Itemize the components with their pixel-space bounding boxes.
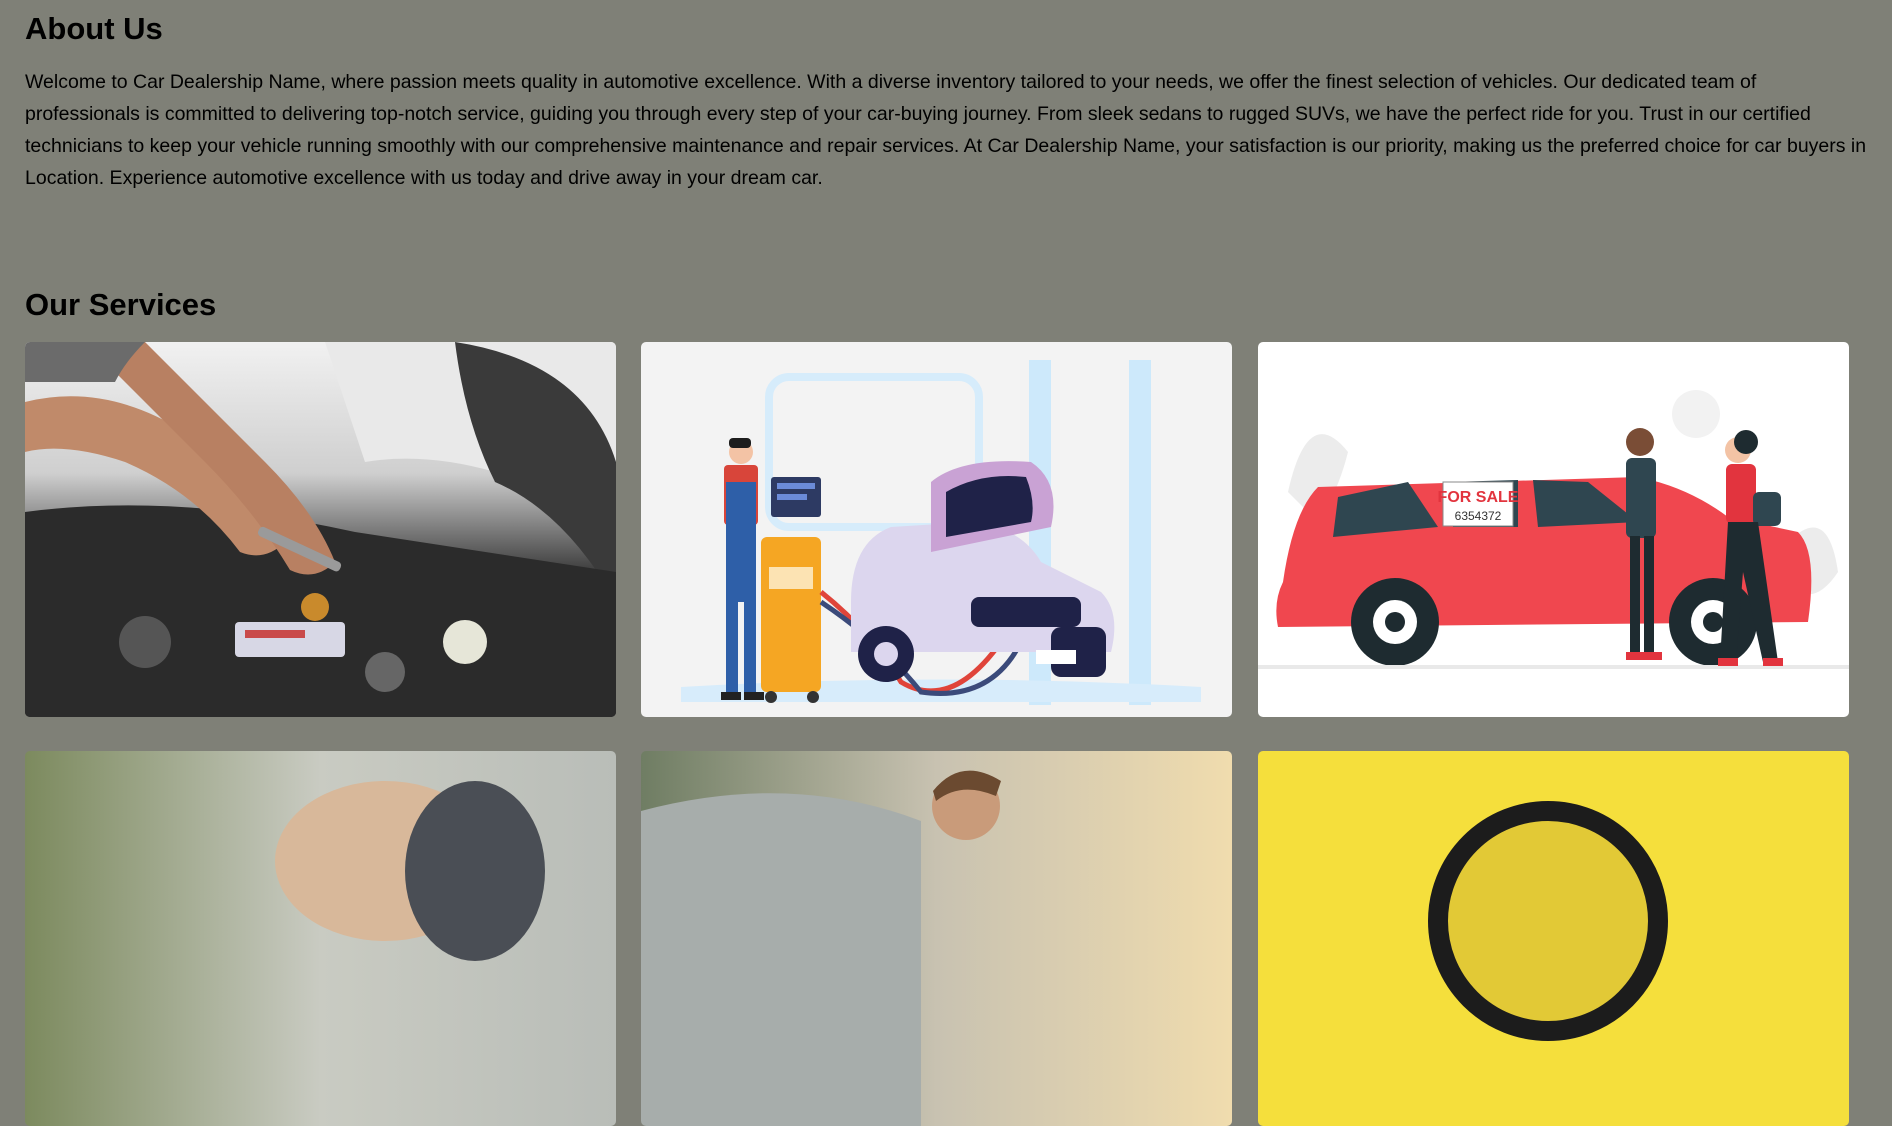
about-heading: About Us xyxy=(25,11,163,46)
car-diagnostics-illustration xyxy=(641,342,1232,717)
page: About Us Welcome to Car Dealership Name,… xyxy=(0,0,1892,1126)
car-sale-illustration: FOR SALE 6354372 xyxy=(1258,342,1849,717)
service-card-car-keys[interactable] xyxy=(25,751,616,1126)
car-keys-hand-photo xyxy=(25,751,616,1126)
magnifier-yellow-photo xyxy=(1258,751,1849,1126)
service-card-car-sales[interactable]: FOR SALE 6354372 xyxy=(1258,342,1849,717)
services-heading: Our Services xyxy=(25,287,217,322)
service-card-engine-repair[interactable] xyxy=(25,342,616,717)
mechanic-engine-photo xyxy=(25,342,616,717)
service-card-car-inspection[interactable] xyxy=(641,751,1232,1126)
service-card-diagnostics[interactable] xyxy=(641,342,1232,717)
about-text: Welcome to Car Dealership Name, where pa… xyxy=(25,71,1867,189)
man-inspecting-car-photo xyxy=(641,751,1232,1126)
for-sale-sign-text: FOR SALE xyxy=(1438,489,1519,506)
service-card-inspection-magnifier[interactable] xyxy=(1258,751,1849,1126)
for-sale-sign-number: 6354372 xyxy=(1455,509,1502,523)
